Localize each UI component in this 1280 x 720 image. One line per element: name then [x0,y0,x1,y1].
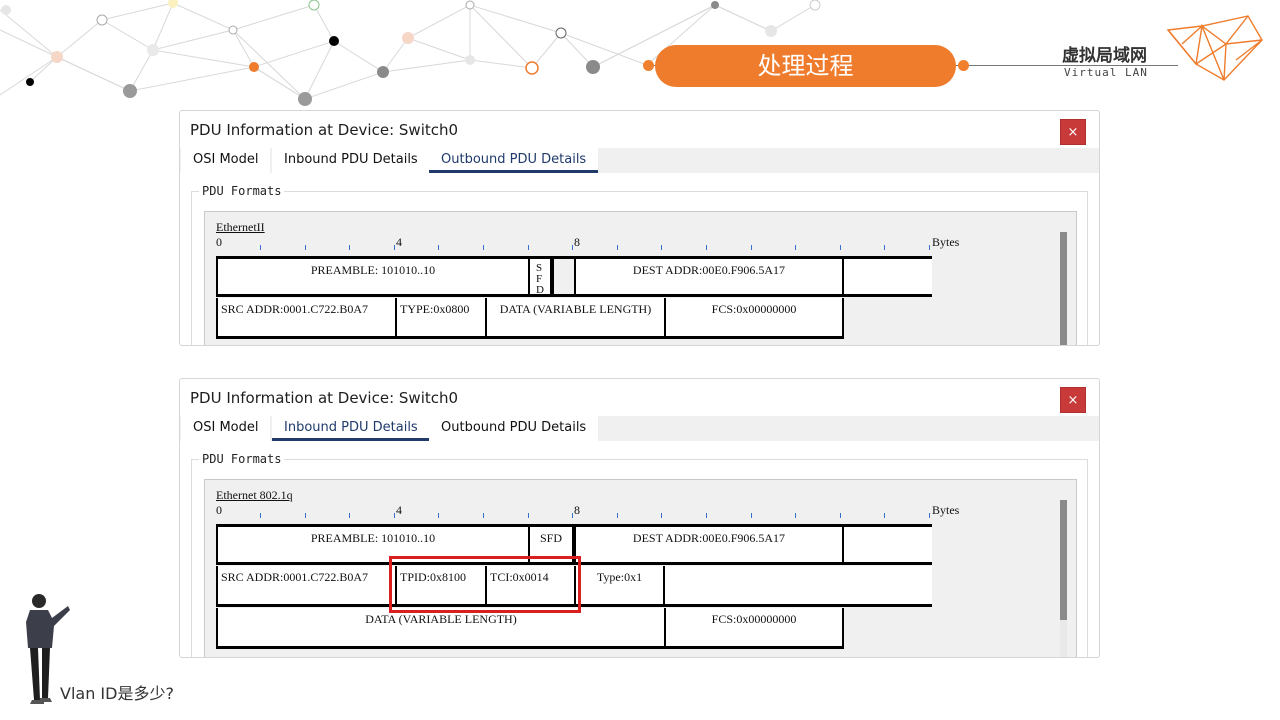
slide-title: 处理过程 [655,45,956,87]
ruler-tick [751,513,752,518]
ruler-tick [572,513,573,518]
tab-outbound-pdu-details[interactable]: Outbound PDU Details [429,416,599,441]
src-addr-field: SRC ADDR:0001.C722.B0A7 [216,566,397,607]
ruler-tick [572,245,573,250]
ruler-tick [483,245,484,250]
pdu-window-outbound: PDU Information at Device: Switch0 × OSI… [179,110,1100,346]
close-button[interactable]: × [1060,119,1086,145]
pdu-window-inbound: PDU Information at Device: Switch0 × OSI… [179,378,1100,658]
scrollbar-thumb[interactable] [1060,232,1067,345]
ruler-tick [349,245,350,250]
brand-subtitle: Virtual LAN [1064,66,1148,79]
title-dot-left [643,60,654,71]
ruler-tick [706,245,707,250]
ruler-label: 8 [574,503,580,517]
ruler-tick [617,245,618,250]
tab-bar: OSI Model Inbound PDU Details Outbound P… [180,416,1099,441]
ruler-tick [929,513,930,518]
tab-bar: OSI Model Inbound PDU Details Outbound P… [180,148,1099,173]
ruler-tick [305,513,306,518]
ruler-tick [528,513,529,518]
close-button[interactable]: × [1060,387,1086,413]
ruler-tick [795,245,796,250]
ruler-tick [751,245,752,250]
sfd-field: S F D [528,256,552,297]
ruler-tick [884,513,885,518]
ruler-tick [706,513,707,518]
ruler-tick [528,245,529,250]
sfd-gap [552,256,574,297]
group-label: PDU Formats [199,452,285,466]
type-field: TYPE:0x0800 [395,298,487,339]
bytes-label: Bytes [932,503,960,517]
dest-addr-field: DEST ADDR:00E0.F906.5A17 [574,524,844,565]
ruler-tick [884,245,885,250]
pdu-format-panel: Ethernet 802.1q 0 4 8 Bytes PREAMBLE: 10… [204,479,1077,657]
brand-title: 虚拟局域网 [1062,46,1147,66]
tab-outbound-pdu-details[interactable]: Outbound PDU Details [429,148,599,173]
ruler-tick [661,245,662,250]
scrollbar-thumb[interactable] [1060,500,1067,620]
ruler-label: 0 [216,503,222,517]
tpid-field: TPID:0x8100 [395,566,487,607]
type-field: Type:0x1 [574,566,665,607]
ruler-tick [795,513,796,518]
tab-inbound-pdu-details[interactable]: Inbound PDU Details [272,416,430,441]
ruler-tick [260,513,261,518]
ruler-tick [349,513,350,518]
ruler-tick [483,513,484,518]
fcs-field: FCS:0x00000000 [664,298,844,339]
dest-addr-field: DEST ADDR:00E0.F906.5A17 [574,256,844,297]
ruler-tick [840,245,841,250]
dest-addr-continued [842,256,932,297]
ruler-tick [305,245,306,250]
src-addr-field: SRC ADDR:0001.C722.B0A7 [216,298,397,339]
format-name: Ethernet 802.1q [216,488,293,502]
ruler-label: 4 [396,235,402,249]
ruler-tick [617,513,618,518]
ruler-tick [438,513,439,518]
tab-inbound-pdu-details[interactable]: Inbound PDU Details [272,148,430,173]
group-label: PDU Formats [199,184,285,198]
pdu-format-panel: EthernetII 0 4 8 Bytes PREAMBLE: 101010.… [204,211,1077,345]
title-dot-right [958,60,969,71]
question-text: Vlan ID是多少? [60,684,174,703]
bytes-label: Bytes [932,235,960,249]
tab-osi-model[interactable]: OSI Model [181,416,271,441]
ruler-label: 4 [396,503,402,517]
preamble-field: PREAMBLE: 101010..10 [216,256,530,297]
ruler-label: 0 [216,235,222,249]
ruler-tick [394,245,395,250]
ruler-tick [661,513,662,518]
preamble-field: PREAMBLE: 101010..10 [216,524,530,565]
ruler-tick [438,245,439,250]
data-field: DATA (VARIABLE LENGTH) [216,608,666,649]
sfd-letter: D [536,284,544,296]
ruler-label: 8 [574,235,580,249]
fcs-field: FCS:0x00000000 [664,608,844,649]
tab-osi-model[interactable]: OSI Model [181,148,271,173]
ruler-tick [260,245,261,250]
sfd-field: SFD [528,524,574,565]
window-title: PDU Information at Device: Switch0 [190,389,459,407]
ruler-tick [929,245,930,250]
data-field: DATA (VARIABLE LENGTH) [485,298,666,339]
polygon-logo-icon [1166,15,1263,81]
tci-field: TCI:0x0014 [485,566,576,607]
window-title: PDU Information at Device: Switch0 [190,121,459,139]
ruler-tick [840,513,841,518]
format-name: EthernetII [216,220,265,234]
dest-addr-continued [842,524,932,565]
ruler-tick [394,513,395,518]
type-continued [663,566,932,607]
